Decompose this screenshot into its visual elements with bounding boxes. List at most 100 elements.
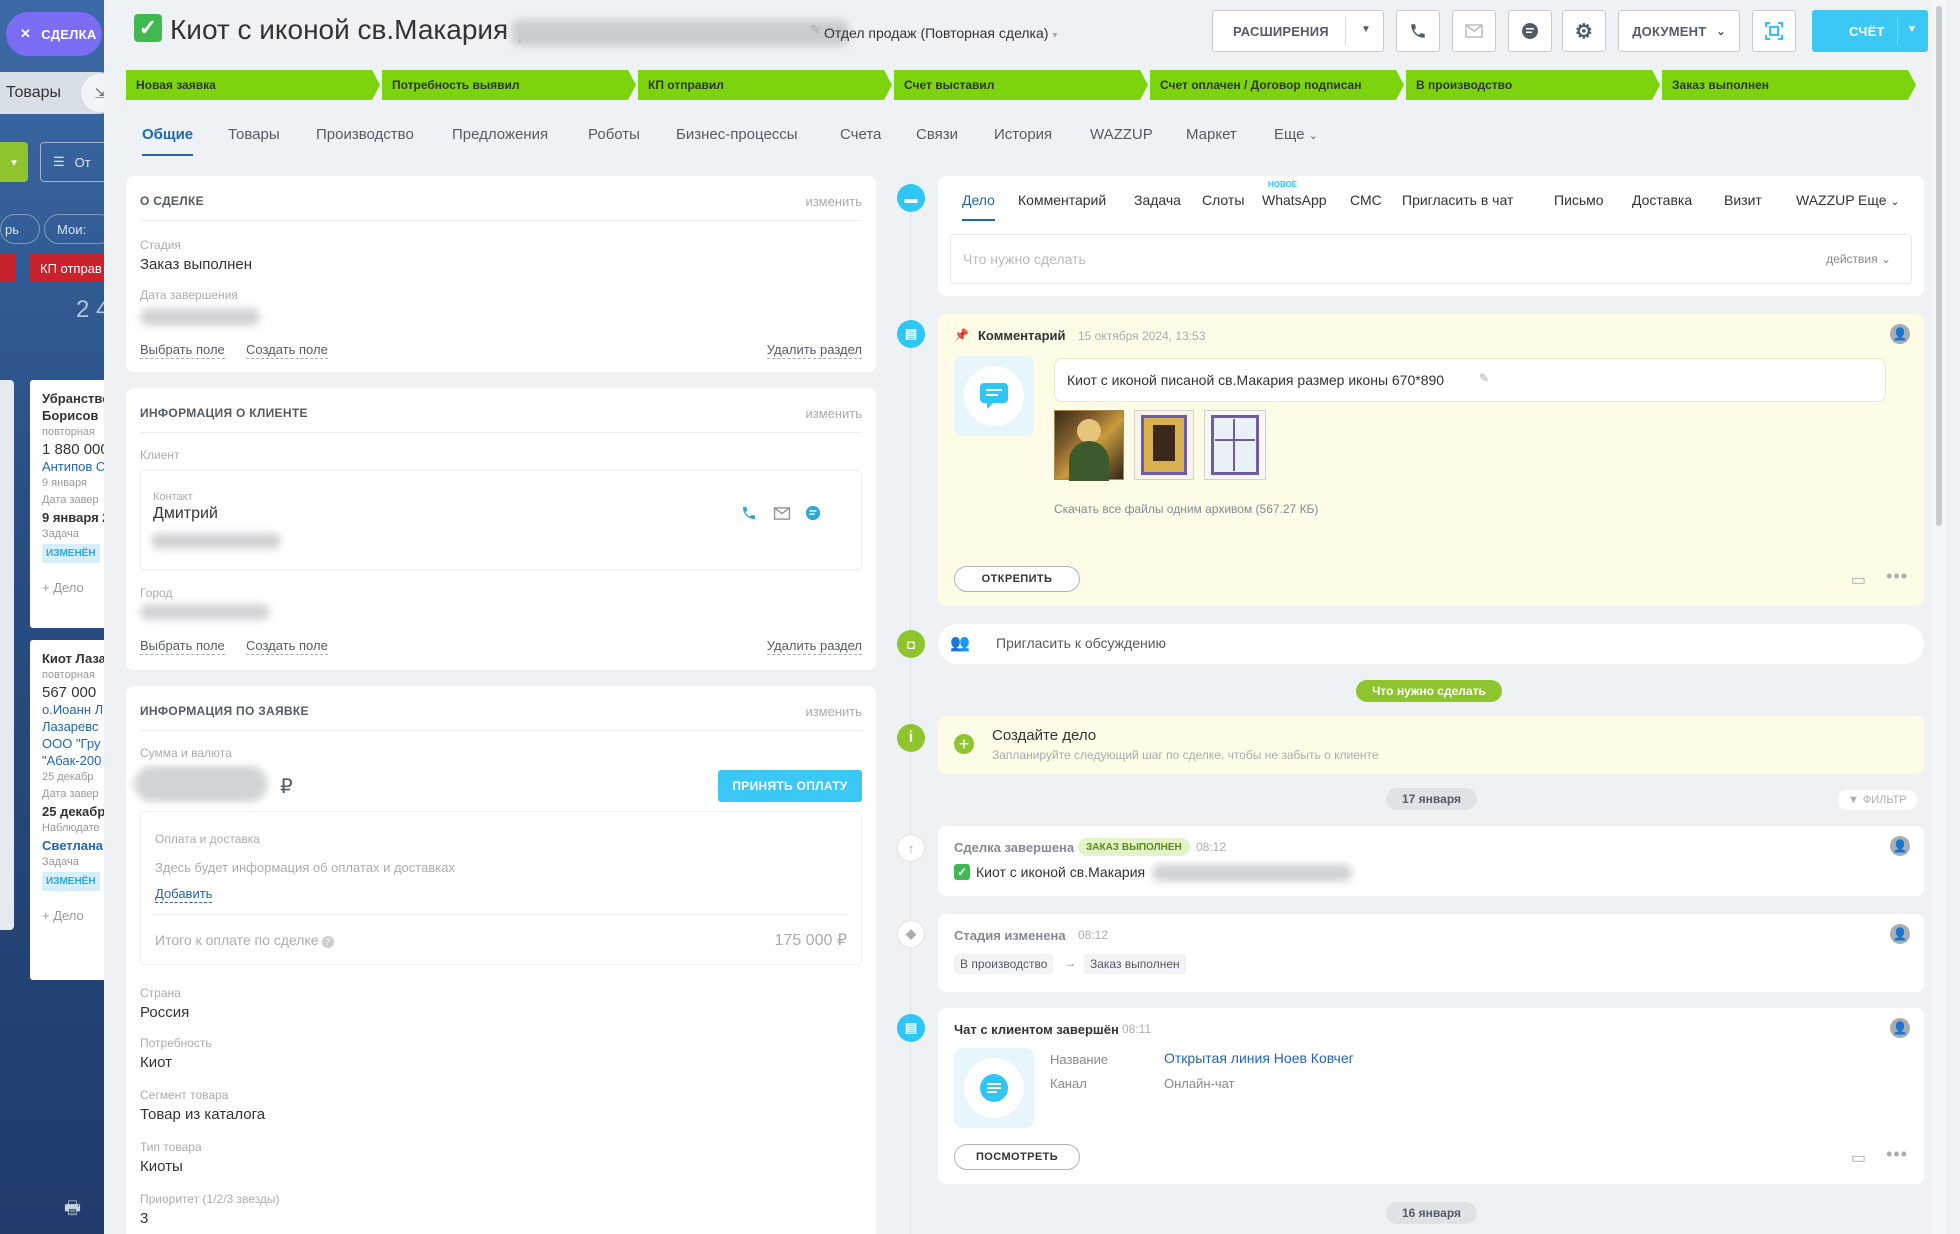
extensions-button[interactable]: РАСШИРЕНИЯ ▼ — [1212, 10, 1384, 52]
more-icon[interactable]: ••• — [1886, 566, 1908, 587]
view-button[interactable]: ПОСМОТРЕТЬ — [954, 1144, 1080, 1170]
tab-history[interactable]: История — [994, 126, 1052, 143]
deal-title[interactable]: Киот с иконой св.Макария , — [170, 14, 524, 46]
activity-tab-whatsapp[interactable]: WhatsApp — [1262, 192, 1327, 208]
products-tab-bg[interactable]: Товары ⇲ — [0, 72, 120, 114]
green-button-bg[interactable]: ▾ — [0, 142, 28, 182]
stage-value[interactable]: Заказ выполнен — [140, 256, 252, 273]
create-field-link[interactable]: Создать поле — [246, 638, 328, 655]
activity-tab-email[interactable]: Письмо — [1554, 192, 1604, 208]
pencil-icon[interactable]: ✎ — [810, 22, 821, 38]
tab-robots[interactable]: Роботы — [588, 126, 640, 143]
tab-business-processes[interactable]: Бизнес-процессы — [676, 126, 798, 143]
invite-discussion[interactable]: 👥 Пригласить к обсуждению — [938, 624, 1924, 664]
activity-tab-delivery[interactable]: Доставка — [1632, 192, 1692, 208]
tab-invoices[interactable]: Счета — [840, 126, 881, 143]
document-button[interactable]: ДОКУМЕНТ ⌄ — [1618, 10, 1740, 52]
country-value[interactable]: Россия — [140, 1004, 189, 1021]
mail-icon[interactable] — [773, 507, 791, 525]
delete-section-link[interactable]: Удалить раздел — [766, 638, 862, 655]
blurred-title-part — [1152, 864, 1352, 882]
actions-dropdown[interactable]: действия ⌄ — [1826, 252, 1891, 266]
contact-card[interactable]: Контакт Дмитрий — [140, 470, 862, 570]
select-field-link[interactable]: Выбрать поле — [140, 638, 225, 655]
activity-tab-deal[interactable]: Дело — [962, 192, 995, 221]
chevron-down-icon[interactable]: ▼ — [1907, 24, 1917, 35]
activity-tab-visit[interactable]: Визит — [1724, 192, 1762, 208]
attachment-thumbnail[interactable] — [1204, 410, 1266, 480]
scan-button[interactable] — [1752, 10, 1796, 52]
need-value[interactable]: Киот — [140, 1054, 172, 1071]
stage-item[interactable]: Счет выставил — [894, 70, 1148, 100]
scrollbar[interactable] — [1932, 0, 1946, 1234]
add-icon[interactable]: + — [954, 734, 974, 754]
create-field-link[interactable]: Создать поле — [246, 342, 328, 359]
attachment-thumbnail[interactable] — [1134, 410, 1194, 480]
open-line-icon — [954, 1048, 1034, 1128]
activity-tab-invite-chat[interactable]: Пригласить в чат — [1402, 192, 1513, 208]
comment-text-bubble[interactable]: Киот с иконой писаной св.Макария размер … — [1054, 358, 1886, 402]
edit-link[interactable]: изменить — [805, 704, 862, 719]
avatar[interactable]: 👤 — [1890, 924, 1910, 944]
filter-button[interactable]: ▼ ФИЛЬТР — [1838, 790, 1917, 810]
chevron-down-icon[interactable]: ▼ — [1361, 24, 1371, 35]
add-payment-link[interactable]: Добавить — [155, 886, 213, 903]
tab-offers[interactable]: Предложения — [452, 126, 548, 143]
deal-link[interactable]: Киот с иконой св.Макария — [976, 864, 1145, 880]
tab-general[interactable]: Общие — [142, 126, 194, 156]
edit-link[interactable]: изменить — [805, 406, 862, 421]
tab-products[interactable]: Товары — [228, 126, 280, 143]
settings-button[interactable]: ⚙ — [1562, 10, 1606, 52]
note-icon[interactable]: ▭ — [1851, 570, 1866, 590]
help-icon[interactable]: ? — [321, 936, 334, 948]
deal-category[interactable]: Отдел продаж (Повторная сделка) ▾ — [824, 25, 1057, 41]
stage-item[interactable]: Счет оплачен / Договор подписан — [1150, 70, 1404, 100]
field-label: Дата завершения — [140, 288, 238, 302]
tab-production[interactable]: Производство — [316, 126, 414, 143]
stage-item[interactable]: В производство — [1406, 70, 1660, 100]
segment-value[interactable]: Товар из каталога — [140, 1106, 265, 1123]
type-value[interactable]: Киоты — [140, 1158, 183, 1175]
printer-icon[interactable]: 🖶 — [64, 1196, 81, 1226]
unpin-button[interactable]: ОТКРЕПИТЬ — [954, 566, 1080, 592]
tab-wazzup[interactable]: WAZZUP — [1090, 126, 1153, 143]
chat-button[interactable] — [1508, 10, 1552, 52]
close-slider-tag[interactable]: ✕ СДЕЛКА — [6, 12, 102, 56]
accept-payment-button[interactable]: ПРИНЯТЬ ОПЛАТУ — [718, 770, 862, 802]
todo-input[interactable]: Что нужно сделать действия ⌄ — [950, 234, 1912, 284]
filter-pill-bg[interactable]: рь — [0, 214, 40, 244]
activity-tab-wazzup[interactable]: WAZZUP — [1796, 192, 1855, 208]
open-line-link[interactable]: Открытая линия Ноев Ковчег — [1164, 1050, 1354, 1066]
stage-item[interactable]: Новая заявка — [126, 70, 380, 100]
tab-more[interactable]: Еще ⌄ — [1274, 126, 1318, 143]
avatar[interactable]: 👤 — [1890, 1018, 1910, 1038]
activity-tab-more[interactable]: Еще ⌄ — [1858, 192, 1900, 208]
delete-section-link[interactable]: Удалить раздел — [766, 342, 862, 359]
note-icon[interactable]: ▭ — [1851, 1148, 1866, 1168]
stage-item[interactable]: КП отправил — [638, 70, 892, 100]
activity-tab-slots[interactable]: Слоты — [1202, 192, 1244, 208]
stage-item[interactable]: Потребность выявил — [382, 70, 636, 100]
invoice-button[interactable]: СЧЁТ ▼ — [1812, 10, 1928, 52]
edit-link[interactable]: изменить — [805, 194, 862, 209]
contact-name[interactable]: Дмитрий — [153, 505, 218, 523]
priority-value[interactable]: 3 — [140, 1210, 148, 1227]
more-icon[interactable]: ••• — [1886, 1144, 1908, 1165]
tab-relations[interactable]: Связи — [916, 126, 958, 143]
attachment-thumbnail[interactable] — [1054, 410, 1124, 481]
phone-button[interactable] — [1396, 10, 1440, 52]
activity-tab-task[interactable]: Задача — [1134, 192, 1181, 208]
stage-item[interactable]: Заказ выполнен — [1662, 70, 1916, 100]
activity-tab-comment[interactable]: Комментарий — [1018, 192, 1106, 208]
avatar[interactable]: 👤 — [1890, 324, 1910, 344]
pencil-icon[interactable]: ✎ — [1479, 371, 1489, 385]
phone-icon[interactable] — [741, 505, 757, 526]
email-button[interactable] — [1452, 10, 1496, 52]
activity-tab-sms[interactable]: СМС — [1350, 192, 1382, 208]
chat-icon[interactable] — [805, 505, 821, 526]
avatar[interactable]: 👤 — [1890, 836, 1910, 856]
download-archive-link[interactable]: Скачать все файлы одним архивом (567.27 … — [1054, 502, 1318, 516]
create-task-card[interactable]: + Создайте дело Запланируйте следующий ш… — [938, 716, 1924, 774]
tab-market[interactable]: Маркет — [1186, 126, 1237, 143]
select-field-link[interactable]: Выбрать поле — [140, 342, 225, 359]
